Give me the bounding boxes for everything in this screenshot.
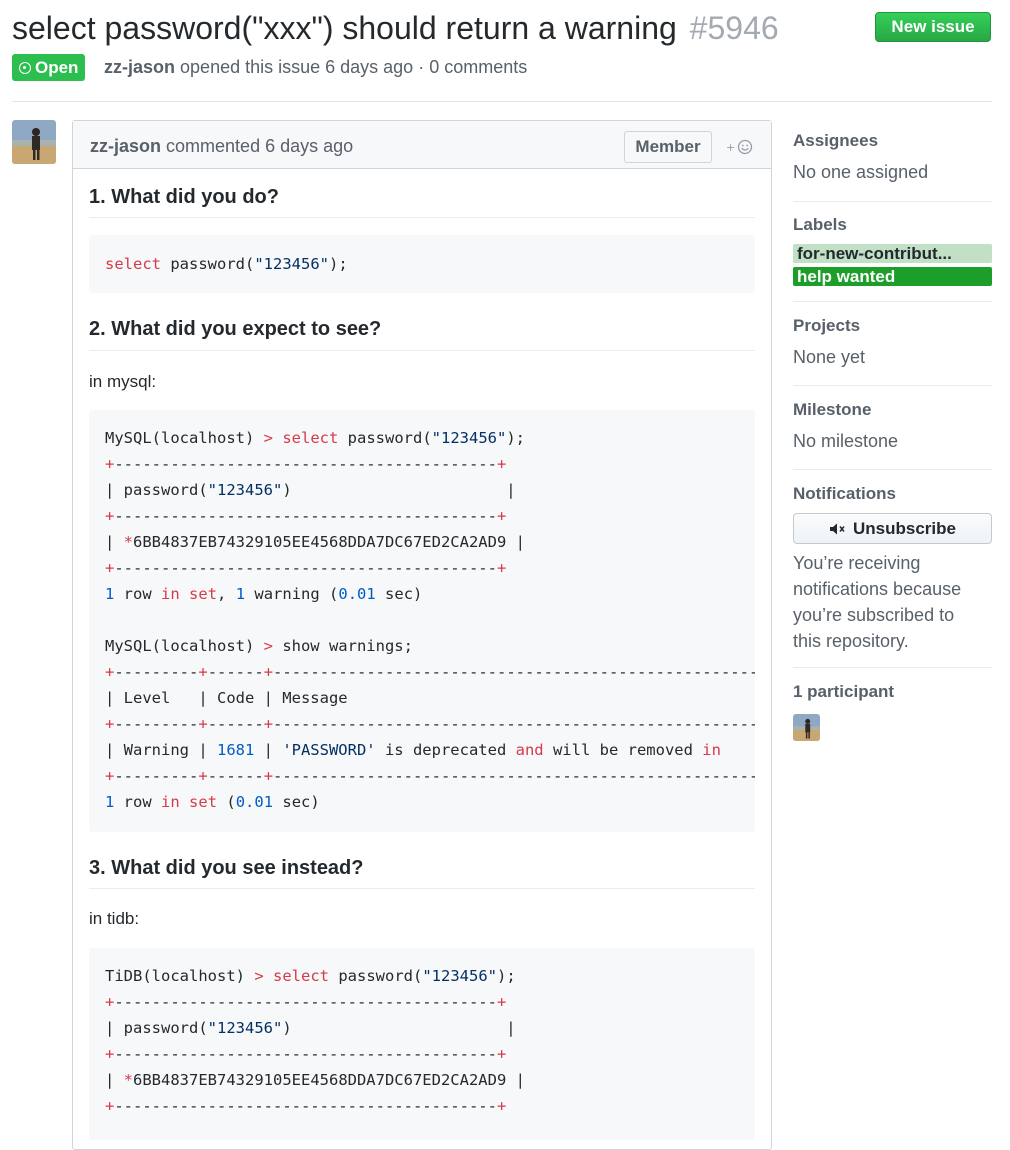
heading-rule [89, 217, 755, 218]
notifications-heading: Notifications [793, 484, 896, 503]
member-badge: Member [624, 131, 712, 163]
svg-text:+: + [726, 141, 735, 154]
milestone-value: No milestone [793, 431, 899, 451]
section-heading-2: 2. What did you expect to see? [89, 318, 382, 340]
section-heading-3: 3. What did you see instead? [89, 857, 364, 879]
avatar-image [12, 120, 56, 164]
code-text: select password("123456"); [105, 255, 348, 273]
issue-state-badge: Open [12, 54, 86, 81]
code-block-tidb-output: TiDB(localhost) > select password("12345… [89, 948, 755, 1140]
label-for-new-contributors[interactable]: for-new-contribut... [793, 244, 992, 263]
issue-title: select password("xxx") should return a w… [12, 8, 779, 48]
issue-state-label: Open [35, 57, 79, 77]
code-block-mysql-output: MySQL(localhost) > select password("1234… [89, 410, 755, 832]
sidebar-divider [793, 385, 992, 386]
notification-reason-text: You’re receiving notifications because y… [793, 553, 962, 651]
comment-author: zz-jason commented 6 days ago [90, 134, 353, 158]
projects-value: None yet [793, 347, 866, 367]
comment-timestamp[interactable]: commented 6 days ago [166, 136, 353, 156]
author-avatar[interactable] [12, 120, 56, 164]
labels-heading[interactable]: Labels [793, 213, 847, 237]
issue-meta: zz-jason opened this issue 6 days ago · … [104, 55, 527, 79]
smiley-icon: + [726, 139, 753, 155]
heading-rule [89, 350, 755, 351]
assignees-value: No one assigned [793, 162, 929, 182]
new-issue-button[interactable]: New issue [875, 12, 991, 42]
assignees-heading[interactable]: Assignees [793, 129, 878, 153]
header-divider [12, 101, 992, 102]
unsubscribe-label: Unsubscribe [853, 518, 956, 538]
code-text: TiDB(localhost) > select password("12345… [105, 967, 525, 1115]
heading-rule [89, 888, 755, 889]
code-block-query: select password("123456"); [89, 235, 755, 293]
issue-author-link[interactable]: zz-jason [104, 57, 175, 77]
section-intro-tidb: in tidb: [89, 909, 140, 928]
issue-meta-text: opened this issue 6 days ago · 0 comment… [180, 57, 528, 77]
section-intro-mysql: in mysql: [89, 372, 157, 391]
sidebar-divider [793, 201, 992, 202]
sidebar-divider [793, 667, 992, 668]
issue-number: #5946 [689, 10, 779, 46]
projects-heading[interactable]: Projects [793, 314, 860, 338]
issue-title-text: select password("xxx") should return a w… [12, 10, 677, 46]
sidebar-divider [793, 469, 992, 470]
comment-author-link[interactable]: zz-jason [90, 136, 161, 156]
label-help-wanted[interactable]: help wanted [793, 267, 992, 286]
sidebar-divider [793, 301, 992, 302]
participants-heading: 1 participant [793, 682, 895, 701]
participant-avatar[interactable] [793, 714, 820, 741]
milestone-heading[interactable]: Milestone [793, 398, 871, 422]
mute-icon [830, 523, 845, 534]
section-heading-1: 1. What did you do? [89, 186, 279, 208]
unsubscribe-button[interactable]: Unsubscribe [793, 513, 992, 544]
add-reaction-button[interactable]: + [726, 138, 756, 159]
avatar-image [793, 714, 820, 741]
issue-opened-icon [19, 61, 31, 74]
code-text: MySQL(localhost) > select password("1234… [105, 429, 755, 811]
